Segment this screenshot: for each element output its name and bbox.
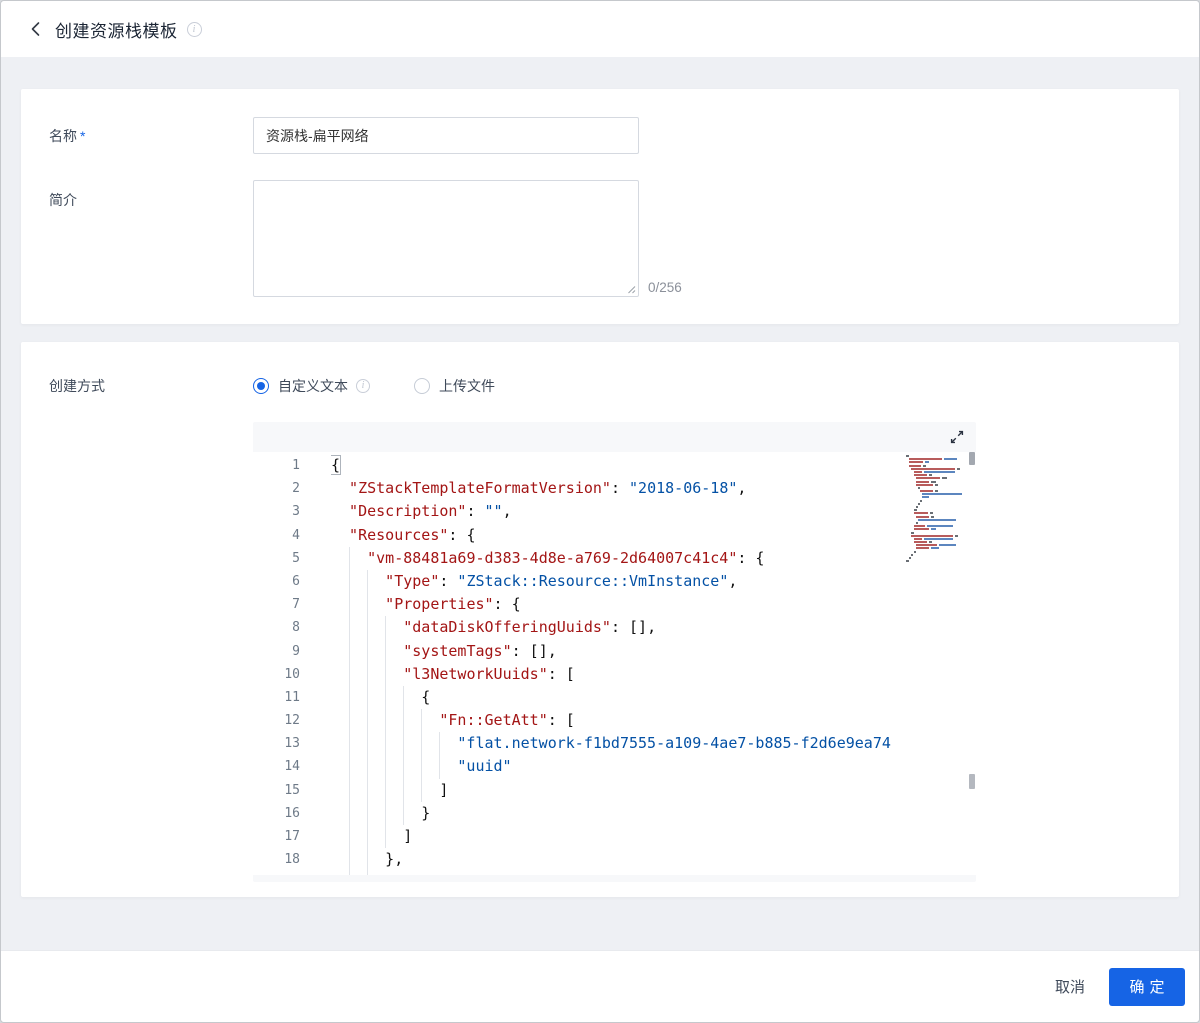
char-counter: 0/256 bbox=[648, 280, 682, 295]
expand-arrows-icon bbox=[950, 430, 964, 444]
line-numbers: 12345678910111213141516171819 bbox=[253, 452, 331, 875]
code-line: "ZStackTemplateFormatVersion": "2018-06-… bbox=[349, 479, 747, 498]
code-line: ] bbox=[331, 825, 976, 849]
description-textarea-wrap bbox=[253, 180, 639, 297]
back-button[interactable] bbox=[25, 19, 45, 39]
line-number: 9 bbox=[292, 643, 300, 659]
confirm-button[interactable]: 确定 bbox=[1109, 967, 1185, 1006]
footer-bar: 取消 确定 bbox=[1, 950, 1199, 1022]
line-number: 12 bbox=[284, 713, 300, 729]
code-line: "systemTags": [], bbox=[331, 639, 976, 663]
method-content: 自定义文本 i 上传文件 1 2 3 4 5 6 7 8 9 10 11 12 … bbox=[253, 367, 976, 882]
description-field-row: 简介 0/256 bbox=[49, 180, 1179, 297]
code-line: ] bbox=[331, 778, 976, 802]
line-number: 13 bbox=[284, 736, 300, 752]
line-number: 6 bbox=[292, 573, 300, 589]
line-number: 18 bbox=[284, 852, 300, 868]
scrollbar-thumb[interactable] bbox=[969, 452, 975, 465]
cancel-button[interactable]: 取消 bbox=[1045, 968, 1095, 1005]
code-line: "uuid" bbox=[331, 755, 976, 779]
line-number: 3 bbox=[292, 504, 300, 520]
code-line: "l3NetworkUuids": [ bbox=[331, 662, 976, 686]
radio-custom-text[interactable]: 自定义文本 i bbox=[253, 376, 370, 396]
editor-scrollbar[interactable] bbox=[968, 452, 975, 875]
code-line: "vmNicParams": [ bbox=[331, 871, 976, 875]
line-number: 16 bbox=[284, 805, 300, 821]
code-line: "dataDiskOfferingUuids": [], bbox=[331, 616, 976, 640]
code-line: "Properties": { bbox=[331, 593, 976, 617]
code-line: { bbox=[331, 455, 342, 475]
name-field-row: 名称 * bbox=[49, 117, 1179, 154]
code-editor[interactable]: 12345678910111213141516171819 {"ZStackTe… bbox=[253, 452, 976, 875]
radio-upload-file[interactable]: 上传文件 bbox=[414, 376, 495, 396]
description-textarea[interactable] bbox=[253, 180, 639, 297]
line-number: 1 bbox=[292, 458, 300, 473]
page-header: 创建资源栈模板 i bbox=[1, 1, 1199, 57]
line-number: 14 bbox=[284, 759, 300, 775]
line-number: 2 bbox=[292, 481, 300, 497]
code-line: "Type": "ZStack::Resource::VmInstance", bbox=[331, 569, 976, 594]
code-line: }, bbox=[331, 848, 976, 872]
radio-selected-icon[interactable] bbox=[253, 377, 269, 394]
line-number: 10 bbox=[284, 666, 300, 682]
expand-editor-button[interactable] bbox=[949, 429, 965, 450]
basic-info-card: 名称* 简介 0/256 bbox=[21, 89, 1179, 324]
method-radio-group: 自定义文本 i 上传文件 bbox=[253, 367, 976, 404]
code-line: } bbox=[331, 801, 976, 825]
line-number: 8 bbox=[292, 620, 300, 636]
creation-method-card: 创建方式 自定义文本 i 上传文件 1 2 3 4 5 6 7 8 9 10 1… bbox=[21, 342, 1179, 897]
code-line: "Resources": { bbox=[349, 525, 476, 544]
page-title: 创建资源栈模板 bbox=[55, 21, 178, 41]
custom-text-info-icon[interactable]: i bbox=[356, 378, 370, 393]
code-line: "Description": "", bbox=[349, 502, 512, 521]
method-row: 创建方式 自定义文本 i 上传文件 1 2 3 4 5 6 7 8 9 10 1… bbox=[49, 367, 1179, 882]
code-line: { bbox=[331, 685, 976, 710]
code-line: "vm-88481a69-d383-4d8e-a769-2d64007c41c4… bbox=[331, 546, 976, 570]
chevron-left-icon bbox=[31, 22, 39, 36]
radio-unselected-icon[interactable] bbox=[414, 377, 430, 394]
line-number: 15 bbox=[284, 782, 300, 798]
scrollbar-decoration bbox=[969, 774, 975, 789]
description-label: 简介 bbox=[49, 192, 77, 208]
line-number: 7 bbox=[292, 597, 300, 613]
minimap[interactable] bbox=[906, 455, 966, 563]
title-info-icon[interactable]: i bbox=[186, 21, 202, 37]
method-label: 创建方式 bbox=[49, 378, 105, 394]
code-line: "Fn::GetAtt": [ bbox=[331, 709, 976, 733]
line-number: 17 bbox=[284, 829, 300, 844]
line-number: 4 bbox=[292, 527, 300, 543]
line-number: 11 bbox=[284, 689, 300, 705]
resize-handle-icon[interactable] bbox=[626, 284, 636, 294]
required-asterisk: * bbox=[80, 128, 86, 144]
name-input[interactable] bbox=[253, 117, 639, 154]
line-number: 19 bbox=[253, 871, 331, 875]
create-stack-template-page: 创建资源栈模板 i 名称* 简介 0/256 创建方式 bbox=[0, 0, 1200, 1023]
name-label: 名称 * bbox=[49, 128, 86, 144]
code-editor-shell: 12345678910111213141516171819 {"ZStackTe… bbox=[253, 422, 976, 882]
code-line: "flat.network-f1bd7555-a109-4ae7-b885-f2… bbox=[331, 732, 976, 756]
line-number: 5 bbox=[292, 550, 300, 566]
code-lines[interactable]: { "ZStackTemplateFormatVersion": "2018-06… bbox=[331, 452, 976, 875]
